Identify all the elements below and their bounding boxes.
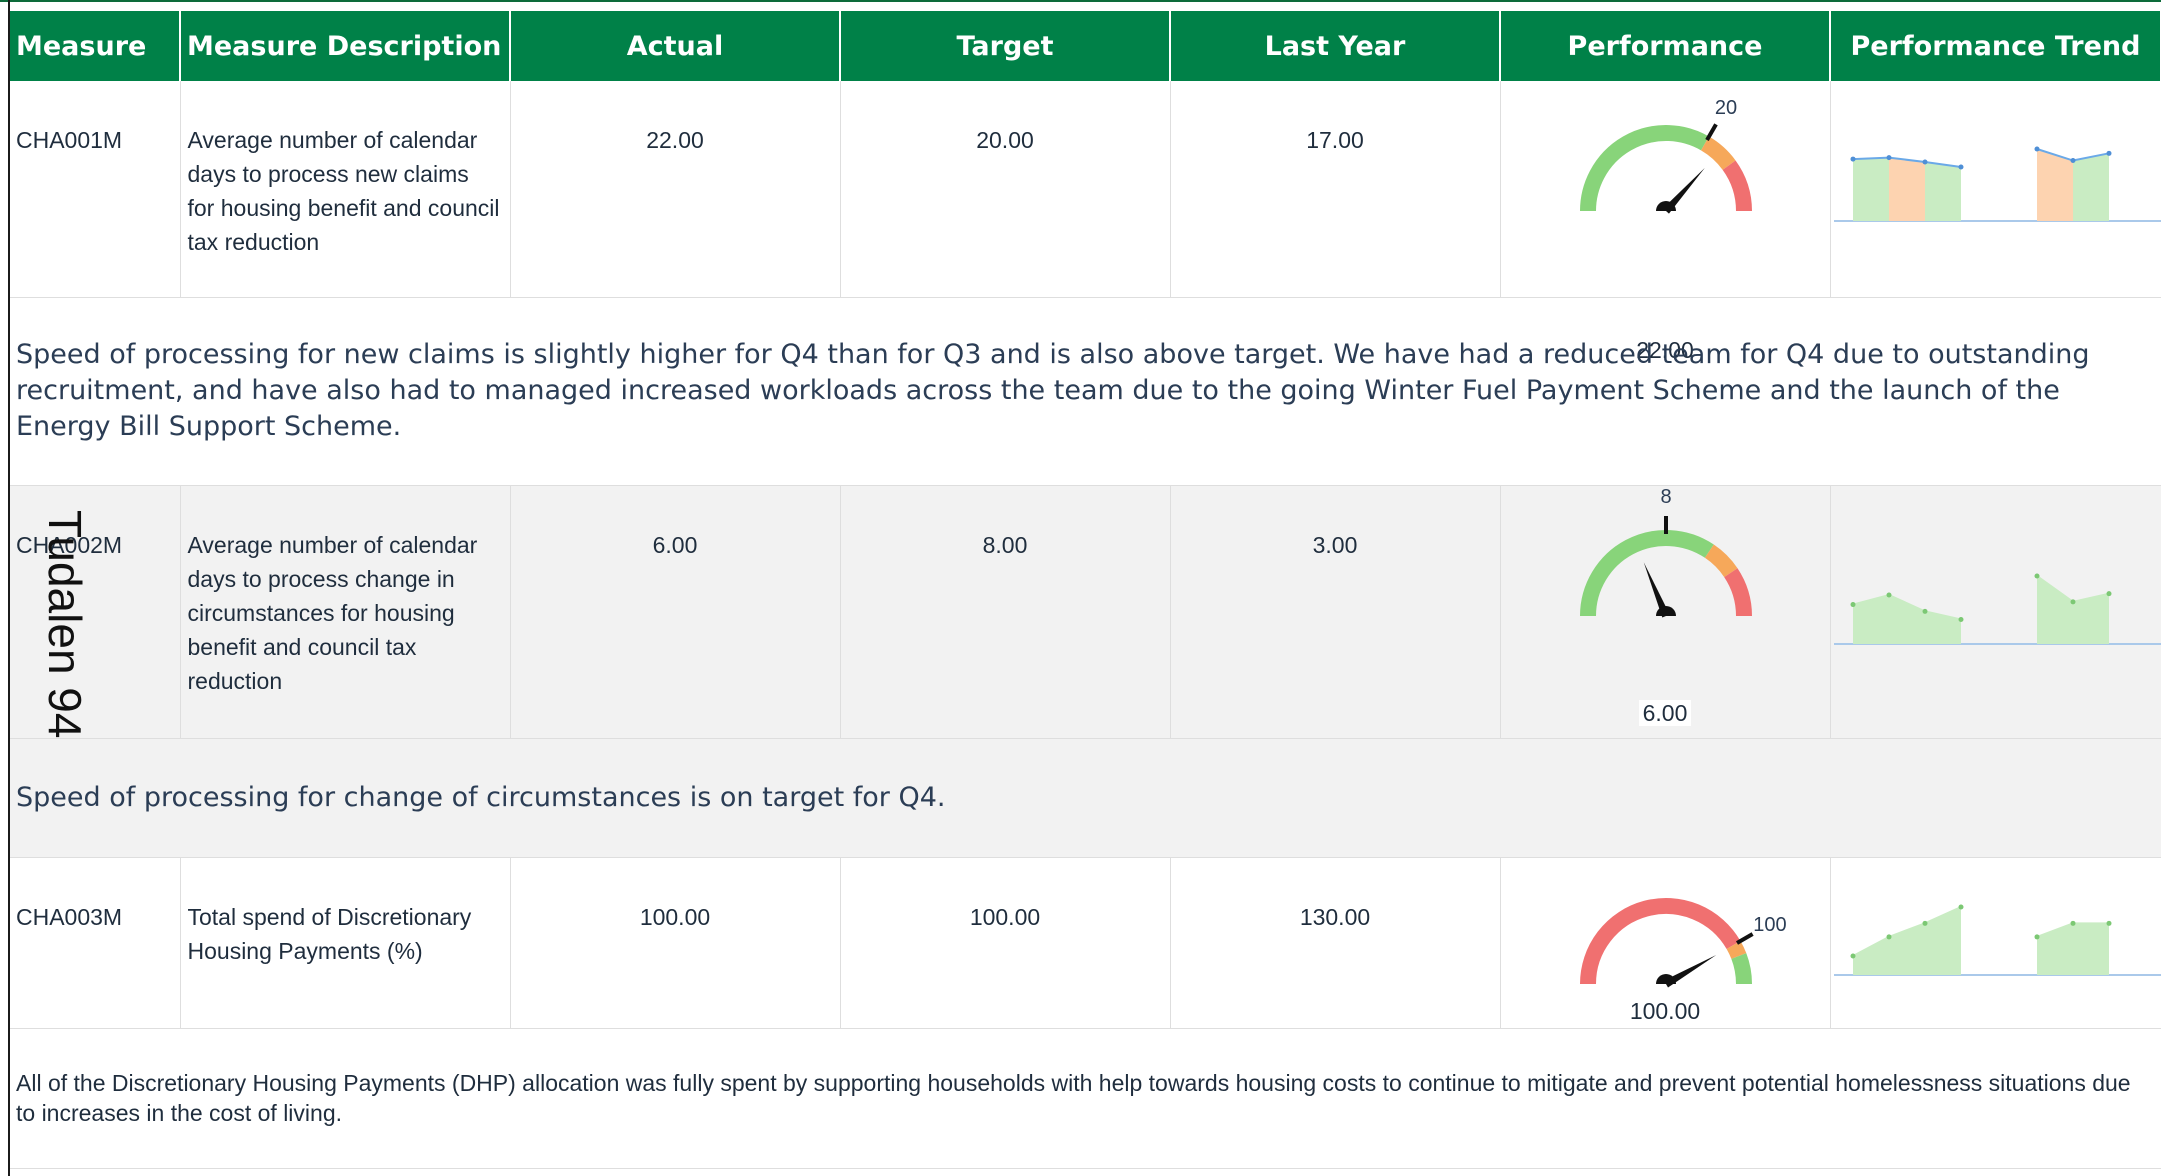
trend-point bbox=[1922, 920, 1927, 926]
performance-cell: 20 22.00 bbox=[1500, 81, 1831, 363]
trend-point bbox=[1850, 952, 1855, 958]
page-watermark: Tudalen 94 bbox=[39, 510, 91, 739]
trend-cell bbox=[1830, 485, 2161, 739]
gauge-target-label: 100 bbox=[1753, 914, 1786, 936]
measure-description: Average number of calendar days to proce… bbox=[180, 81, 511, 298]
actual-value: 100.00 bbox=[510, 857, 841, 1029]
target-value: 8.00 bbox=[840, 485, 1171, 739]
trend-point bbox=[1958, 616, 1963, 622]
comment-text: All of the Discretionary Housing Payment… bbox=[10, 1028, 2161, 1169]
trend-point bbox=[2034, 933, 2039, 939]
gauge-band bbox=[1579, 897, 1740, 984]
gauge-band bbox=[1721, 160, 1752, 212]
trend-area-segment bbox=[1924, 161, 1961, 221]
header-last-year[interactable]: Last Year bbox=[1170, 11, 1501, 81]
trend-point bbox=[1886, 155, 1891, 161]
trend-point bbox=[2106, 150, 2111, 156]
trend-area-segment bbox=[2072, 922, 2109, 975]
trend-point bbox=[1886, 592, 1891, 598]
trend-point bbox=[1850, 156, 1855, 162]
measure-description: Average number of calendar days to proce… bbox=[180, 485, 511, 739]
table-row: CHA003M Total spend of Discretionary Hou… bbox=[10, 857, 2161, 1029]
trend-point bbox=[2070, 158, 2075, 164]
header-performance-trend[interactable]: Performance Trend bbox=[1830, 11, 2161, 81]
gauge-band bbox=[1723, 567, 1752, 616]
target-value: 20.00 bbox=[840, 81, 1171, 298]
gauge-value-label: 6.00 bbox=[1501, 696, 1830, 730]
actual-value: 22.00 bbox=[510, 81, 841, 298]
trend-area-segment bbox=[2072, 153, 2109, 221]
trend-point bbox=[1886, 933, 1891, 939]
actual-value: 6.00 bbox=[510, 485, 841, 739]
trend-point bbox=[1850, 601, 1855, 607]
gauge-target-tick bbox=[1704, 123, 1718, 141]
table-row: CHA001M Average number of calendar days … bbox=[10, 81, 2161, 363]
header-performance[interactable]: Performance bbox=[1500, 11, 1831, 81]
performance-gauge: 20 bbox=[1579, 97, 1752, 214]
trend-sparkline bbox=[1833, 904, 2161, 976]
last-year-value: 17.00 bbox=[1170, 81, 1501, 298]
trend-area-segment bbox=[1888, 157, 1925, 221]
gauge-band bbox=[1579, 529, 1714, 616]
gauge-band bbox=[1704, 543, 1738, 577]
measure-code: CHA003M bbox=[10, 857, 181, 1029]
gauge-value-text: 6.00 bbox=[1638, 699, 1692, 726]
header-actual[interactable]: Actual bbox=[510, 11, 841, 81]
trend-area-segment bbox=[1852, 157, 1889, 221]
trend-point bbox=[1922, 608, 1927, 614]
trend-point bbox=[2106, 590, 2111, 596]
header-target[interactable]: Target bbox=[840, 11, 1171, 81]
trend-cell bbox=[1830, 81, 2161, 298]
gauge-target-label: 20 bbox=[1714, 97, 1736, 119]
trend-point bbox=[2034, 146, 2039, 152]
comment-text: Speed of processing for change of circum… bbox=[10, 738, 2161, 858]
gauge-value-label: 100.00 bbox=[1501, 994, 1830, 1028]
gauge-needle-hub bbox=[1655, 973, 1676, 984]
performance-cell: 8 6.00 bbox=[1500, 485, 1831, 739]
header-row: Measure Measure Description Actual Targe… bbox=[10, 11, 2161, 81]
measure-description: Total spend of Discretionary Housing Pay… bbox=[180, 857, 511, 1029]
comment-row: All of the Discretionary Housing Payment… bbox=[10, 1028, 2161, 1169]
comment-row: Speed of processing for change of circum… bbox=[10, 738, 2161, 858]
gauge-band bbox=[1730, 952, 1752, 984]
last-year-value: 3.00 bbox=[1170, 485, 1501, 739]
comment-text: Speed of processing for new claims is sl… bbox=[10, 297, 2161, 486]
gauge-target-tick bbox=[1735, 931, 1754, 945]
measure-code: CHA001M bbox=[10, 81, 181, 298]
trend-area-segment bbox=[2036, 575, 2073, 644]
performance-cell: 100 100.00 bbox=[1500, 857, 1831, 1029]
target-value: 100.00 bbox=[840, 857, 1171, 1029]
gauge-value-text: 100.00 bbox=[1625, 997, 1705, 1024]
trend-point bbox=[1958, 164, 1963, 170]
header-measure[interactable]: Measure bbox=[10, 11, 181, 81]
trend-cell bbox=[1830, 857, 2161, 1029]
trend-sparkline bbox=[1833, 146, 2161, 222]
last-year-value: 130.00 bbox=[1170, 857, 1501, 1029]
table-row: CHA002M Average number of calendar days … bbox=[10, 485, 2161, 739]
comment-row: Speed of processing for new claims is sl… bbox=[10, 297, 2161, 486]
measure-code: CHA002M bbox=[10, 485, 181, 739]
trend-area-segment bbox=[1852, 936, 1889, 975]
trend-point bbox=[1922, 159, 1927, 165]
trend-point bbox=[2070, 920, 2075, 926]
trend-point bbox=[2034, 573, 2039, 578]
gauge-band bbox=[1700, 136, 1736, 171]
report-page: Measure Measure Description Actual Targe… bbox=[0, 0, 2161, 1176]
trend-area-segment bbox=[1924, 906, 1961, 975]
trend-point bbox=[2106, 920, 2111, 926]
gauge-band bbox=[1726, 940, 1746, 959]
header-description[interactable]: Measure Description bbox=[180, 11, 511, 81]
performance-table: Measure Measure Description Actual Targe… bbox=[10, 11, 2161, 1169]
trend-point bbox=[1958, 904, 1963, 909]
trend-sparkline bbox=[1833, 573, 2161, 645]
trend-point bbox=[2070, 598, 2075, 604]
gauge-band bbox=[1579, 125, 1709, 212]
gauge-target-label: 8 bbox=[1660, 486, 1671, 508]
